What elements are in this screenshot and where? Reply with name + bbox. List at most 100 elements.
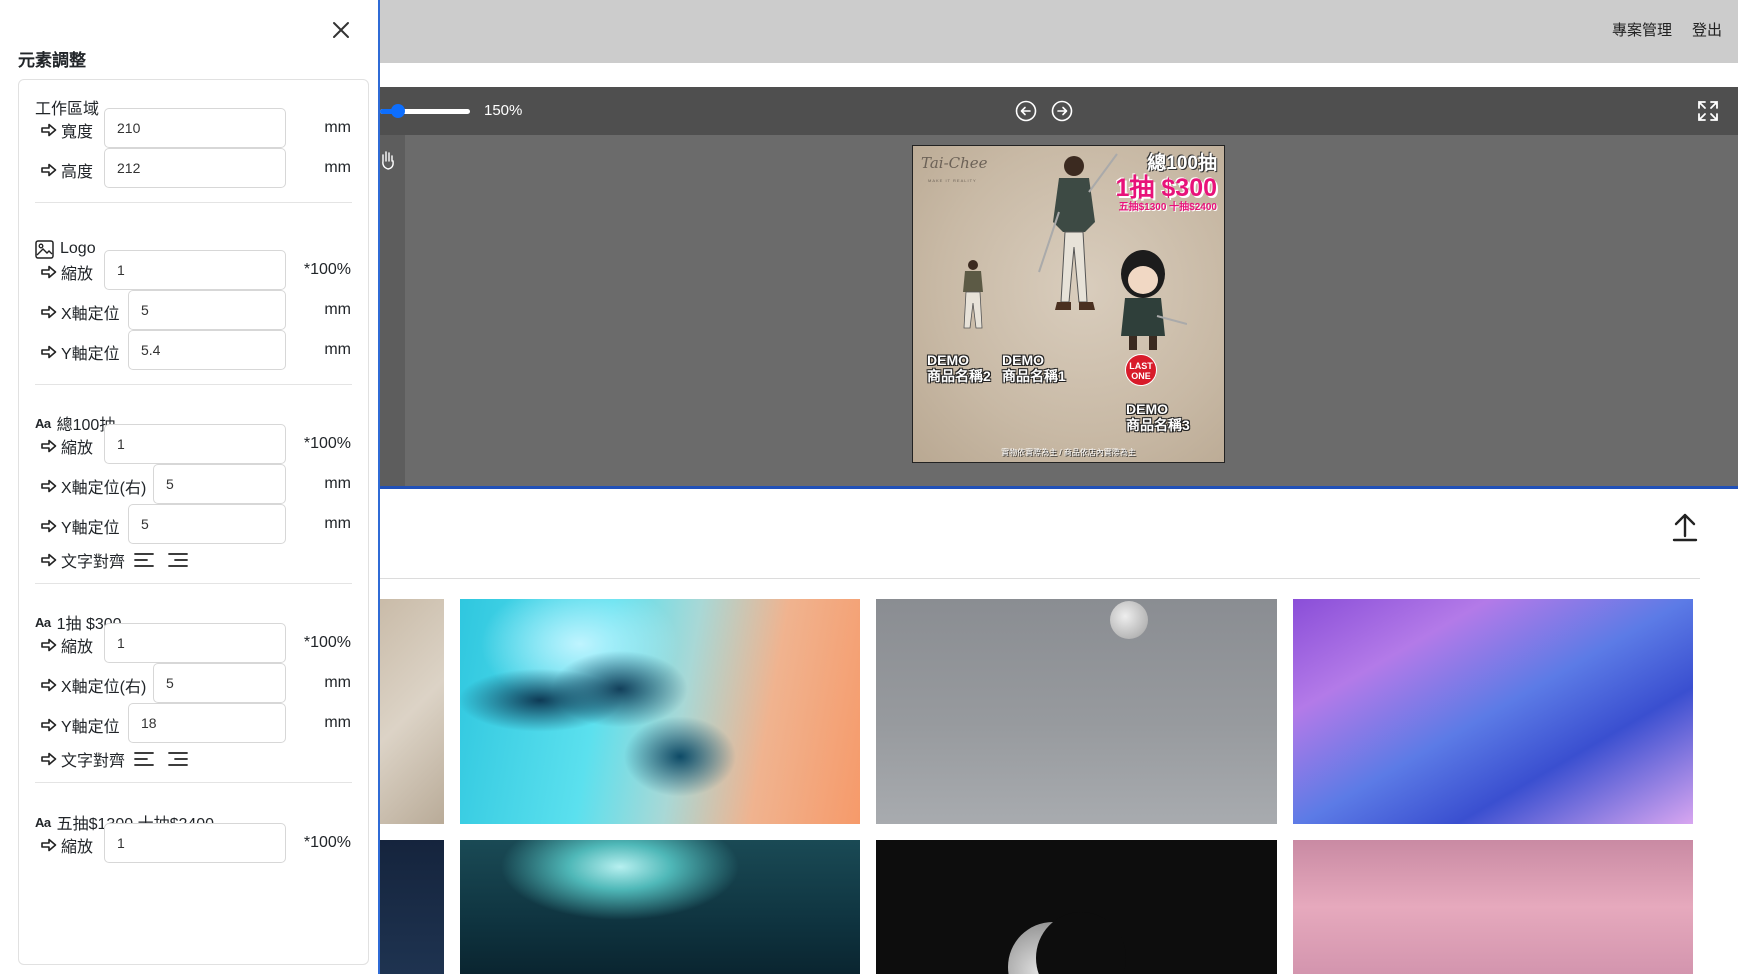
field-input[interactable] <box>128 703 286 743</box>
product-name-2-line2: 商品名稱2 <box>927 368 991 384</box>
field-row: X軸定位(右) mm <box>41 663 351 703</box>
last-one-badge[interactable]: LAST ONE <box>1125 354 1157 386</box>
field-input[interactable] <box>104 148 286 188</box>
close-icon[interactable] <box>330 19 352 41</box>
field-label-text: 寬度 <box>61 124 94 141</box>
align-left-button[interactable] <box>133 750 155 768</box>
arrow-right-icon <box>41 265 57 279</box>
redo-icon[interactable] <box>1051 100 1073 122</box>
badge-line-2: ONE <box>1131 371 1151 381</box>
field-label-text: Y軸定位 <box>61 520 120 537</box>
section-divider <box>35 202 352 203</box>
field-input[interactable] <box>104 623 286 663</box>
field-row: 縮放 *100% <box>41 623 351 663</box>
product-name-3[interactable]: DEMO 商品名稱3 <box>1126 401 1190 433</box>
field-label: X軸定位(右) <box>41 673 146 697</box>
field-row: X軸定位 mm <box>41 290 351 330</box>
arrow-right-icon <box>41 439 57 453</box>
arrow-right-icon <box>41 638 57 652</box>
upload-icon[interactable] <box>1672 512 1698 542</box>
nav-logout[interactable]: 登出 <box>1692 19 1722 40</box>
field-input[interactable] <box>104 108 286 148</box>
field-label-text: 高度 <box>61 164 94 181</box>
background-thumbnail-pink-clouds[interactable] <box>1293 840 1693 974</box>
poster-footer-note[interactable]: 實物依實際為主 / 商品依店內實際為主 <box>913 447 1224 458</box>
field-input[interactable] <box>104 823 286 863</box>
align-right-icon[interactable] <box>167 551 189 569</box>
text-align-label: 文字對齊 <box>41 747 125 771</box>
text-align-row: 文字對齊 <box>41 743 351 783</box>
background-thumbnail-night-sky[interactable] <box>380 840 444 974</box>
product-name-3-line2: 商品名稱3 <box>1126 417 1190 433</box>
align-right-icon[interactable] <box>167 750 189 768</box>
gallery-divider <box>380 578 1700 579</box>
field-label: 縮放 <box>41 633 93 657</box>
background-thumbnail-sand[interactable] <box>380 599 444 824</box>
field-row: Y軸定位 mm <box>41 703 351 743</box>
arrow-right-icon <box>41 752 57 766</box>
moon-shape <box>1110 601 1148 639</box>
background-thumbnail-moon[interactable] <box>876 599 1277 824</box>
settings-panel[interactable]: 工作區域 寬度 mm 高度 mm Logo 縮放 *100% X軸定位 mm Y… <box>18 79 369 965</box>
poster-logo[interactable]: Tai-Chee <box>921 154 988 172</box>
arrow-right-icon <box>41 553 57 567</box>
text-align-label-text: 文字對齊 <box>61 554 126 571</box>
field-label: 縮放 <box>41 260 93 284</box>
align-left-icon[interactable] <box>133 551 155 569</box>
product-name-1-line1: DEMO <box>1002 352 1044 368</box>
field-input[interactable] <box>153 464 286 504</box>
product-name-3-line1: DEMO <box>1126 401 1168 417</box>
field-label: X軸定位(右) <box>41 474 146 498</box>
field-label-text: Y軸定位 <box>61 346 120 363</box>
background-thumbnail-crescent[interactable] <box>876 840 1277 974</box>
section-divider <box>35 384 352 385</box>
section-divider <box>35 583 352 584</box>
product-name-1[interactable]: DEMO 商品名稱1 <box>1002 352 1066 384</box>
zoom-slider-thumb[interactable] <box>391 104 405 118</box>
field-unit: *100% <box>303 634 351 651</box>
fullscreen-icon[interactable] <box>1696 99 1720 123</box>
product-name-2-line1: DEMO <box>927 352 969 368</box>
field-unit: *100% <box>303 834 351 851</box>
field-row: 縮放 *100% <box>41 823 351 863</box>
field-unit: mm <box>324 159 351 176</box>
align-left-button[interactable] <box>133 551 155 569</box>
align-right-button[interactable] <box>167 551 189 569</box>
field-label: X軸定位 <box>41 300 120 324</box>
field-row: 縮放 *100% <box>41 424 351 464</box>
field-input[interactable] <box>128 330 286 370</box>
field-unit: *100% <box>303 435 351 452</box>
undo-icon[interactable] <box>1015 100 1037 122</box>
arrow-right-icon <box>41 678 57 692</box>
align-right-button[interactable] <box>167 750 189 768</box>
arrow-right-icon <box>41 123 57 137</box>
figure-large-image[interactable] <box>1029 152 1119 330</box>
field-input[interactable] <box>104 250 286 290</box>
field-input[interactable] <box>128 504 286 544</box>
poster-title-bundle[interactable]: 五抽$1300 十抽$2400 <box>1119 198 1217 213</box>
text-align-label: 文字對齊 <box>41 548 125 572</box>
section-divider <box>35 782 352 783</box>
nav-project-management[interactable]: 專案管理 <box>1612 19 1672 40</box>
field-label: 縮放 <box>41 434 93 458</box>
field-input[interactable] <box>104 424 286 464</box>
background-thumbnail-aurora[interactable] <box>460 840 860 974</box>
field-unit: mm <box>324 515 351 532</box>
figure-small-image[interactable] <box>951 258 995 340</box>
hand-tool-icon[interactable] <box>380 149 396 171</box>
align-left-icon[interactable] <box>133 750 155 768</box>
field-input[interactable] <box>128 290 286 330</box>
arrow-right-icon <box>41 345 57 359</box>
figure-chibi-image[interactable] <box>1107 246 1187 356</box>
field-row: Y軸定位 mm <box>41 330 351 370</box>
poster-canvas[interactable]: Tai-Chee MAKE IT REALITY 總100抽 1抽 $300 五… <box>912 145 1225 463</box>
field-label-text: X軸定位 <box>61 306 120 323</box>
background-thumbnail-feather[interactable] <box>1293 599 1693 824</box>
product-name-2[interactable]: DEMO 商品名稱2 <box>927 352 991 384</box>
field-unit: mm <box>324 475 351 492</box>
field-unit: *100% <box>303 261 351 278</box>
field-input[interactable] <box>153 663 286 703</box>
background-thumbnail-ice[interactable] <box>460 599 860 824</box>
field-row: Y軸定位 mm <box>41 504 351 544</box>
field-label-text: Y軸定位 <box>61 719 120 736</box>
